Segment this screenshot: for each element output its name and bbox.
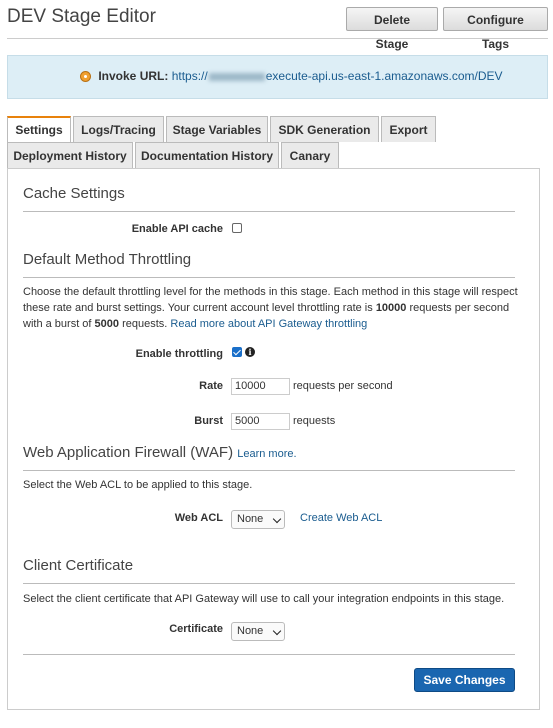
chevron-down-icon bbox=[272, 514, 282, 524]
burst-unit: requests bbox=[293, 415, 336, 427]
tab-canary[interactable]: Canary bbox=[281, 142, 339, 168]
redacted-id bbox=[208, 72, 265, 81]
tab-stage-variables[interactable]: Stage Variables bbox=[166, 116, 268, 142]
save-changes-button[interactable]: Save Changes bbox=[414, 668, 515, 692]
tab-deployment-history[interactable]: Deployment History bbox=[7, 142, 133, 168]
tab-logs-tracing[interactable]: Logs/Tracing bbox=[73, 116, 164, 142]
section-divider bbox=[23, 211, 515, 212]
invoke-url-label: Invoke URL: bbox=[98, 69, 169, 83]
chevron-down-icon bbox=[272, 626, 282, 636]
footer-divider bbox=[23, 654, 515, 655]
rate-label: Rate bbox=[199, 380, 223, 392]
invoke-url-link[interactable]: https://execute-api.us-east-1.amazonaws.… bbox=[172, 69, 503, 83]
delete-stage-button[interactable]: Delete Stage bbox=[346, 7, 438, 51]
create-web-acl-link[interactable]: Create Web ACL bbox=[300, 512, 382, 524]
tab-export[interactable]: Export bbox=[381, 116, 436, 142]
read-more-throttling-link[interactable]: Read more about API Gateway throttling bbox=[170, 318, 367, 330]
invoke-url-banner: Invoke URL: https://execute-api.us-east-… bbox=[7, 55, 548, 99]
info-icon[interactable]: i bbox=[245, 347, 255, 357]
client-certificate-heading: Client Certificate bbox=[23, 557, 134, 574]
waf-learn-more-link[interactable]: Learn more. bbox=[237, 448, 296, 460]
web-acl-label: Web ACL bbox=[174, 512, 223, 524]
certificate-description: Select the client certificate that API G… bbox=[23, 593, 505, 605]
section-divider bbox=[23, 583, 515, 584]
throttling-heading: Default Method Throttling bbox=[23, 251, 192, 268]
section-divider bbox=[23, 277, 515, 278]
rate-unit: requests per second bbox=[293, 380, 393, 392]
throttling-description: Choose the default throttling level for … bbox=[23, 286, 518, 330]
certificate-label: Certificate bbox=[169, 623, 223, 635]
tab-settings[interactable]: Settings bbox=[7, 116, 71, 143]
header-divider bbox=[7, 38, 548, 39]
certificate-select[interactable]: None bbox=[231, 622, 285, 641]
tab-sdk-generation[interactable]: SDK Generation bbox=[270, 116, 379, 142]
web-acl-select[interactable]: None bbox=[231, 510, 285, 529]
page-title: DEV Stage Editor bbox=[7, 6, 156, 27]
section-divider bbox=[23, 470, 515, 471]
tab-documentation-history[interactable]: Documentation History bbox=[135, 142, 279, 168]
enable-throttling-label: Enable throttling bbox=[135, 348, 223, 360]
rate-input[interactable]: 10000 bbox=[231, 378, 290, 395]
waf-heading: Web Application Firewall (WAF) Learn mor… bbox=[23, 444, 297, 461]
waf-description: Select the Web ACL to be applied to this… bbox=[23, 479, 253, 491]
cache-settings-heading: Cache Settings bbox=[23, 185, 125, 202]
enable-api-cache-label: Enable API cache bbox=[131, 223, 223, 235]
info-dot-icon bbox=[80, 71, 91, 82]
burst-input[interactable]: 5000 bbox=[231, 413, 290, 430]
enable-throttling-checkbox[interactable] bbox=[232, 347, 242, 357]
configure-tags-button[interactable]: Configure Tags bbox=[443, 7, 548, 51]
burst-label: Burst bbox=[194, 415, 223, 427]
enable-api-cache-checkbox[interactable] bbox=[232, 223, 242, 233]
